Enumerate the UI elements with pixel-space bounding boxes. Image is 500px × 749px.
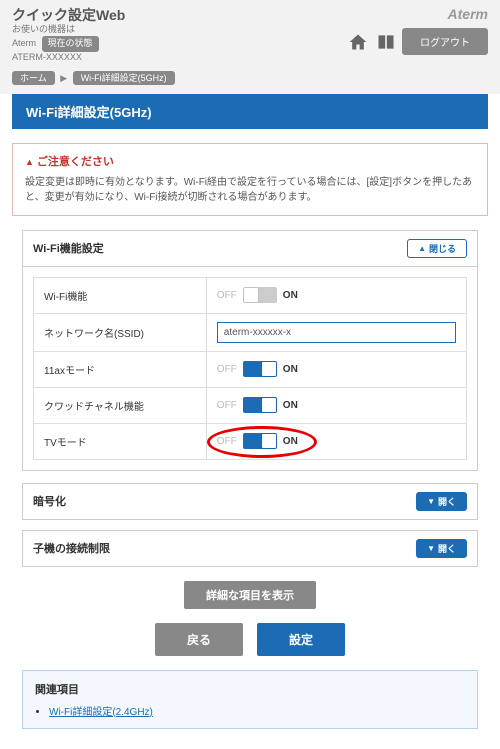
close-button[interactable]: 閉じる <box>407 239 467 258</box>
label-ax: 11axモード <box>34 352 207 387</box>
page-title: Wi-Fi詳細設定(5GHz) <box>12 94 488 129</box>
header-left: クイック設定Web お使いの機器は Aterm 現在の状態 ATERM-XXXX… <box>12 6 125 63</box>
label-tv: TVモード <box>34 424 207 459</box>
off-label: OFF <box>217 290 237 301</box>
restrict-title: 子機の接続制限 <box>33 540 110 556</box>
crumb-current: Wi-Fi詳細設定(5GHz) <box>73 71 175 85</box>
value-tv: OFF ON <box>207 424 466 459</box>
related-list: Wi-Fi詳細設定(2.4GHz) <box>35 703 465 718</box>
off-label: OFF <box>217 400 237 411</box>
related-title: 関連項目 <box>35 681 465 697</box>
encryption-section: 暗号化 開く <box>22 483 478 520</box>
action-row: 戻る 設定 <box>0 623 500 656</box>
highlight-circle <box>207 426 317 458</box>
wifi-section-head: Wi-Fi機能設定 閉じる <box>23 231 477 267</box>
chevron-down-icon <box>427 543 435 553</box>
notice-title: ご注意ください <box>25 154 475 171</box>
row-ax: 11axモード OFF ON <box>33 352 467 388</box>
value-ssid <box>207 314 466 351</box>
wifi-section-title: Wi-Fi機能設定 <box>33 240 104 256</box>
off-label: OFF <box>217 364 237 375</box>
value-ax: OFF ON <box>207 352 466 387</box>
detail-row: 詳細な項目を表示 <box>0 581 500 609</box>
home-icon[interactable] <box>346 32 370 52</box>
open-button-encryption[interactable]: 開く <box>416 492 467 511</box>
toggle-quad[interactable] <box>243 397 277 413</box>
on-label: ON <box>283 290 298 301</box>
chevron-down-icon <box>427 496 435 506</box>
toggle-wifi[interactable] <box>243 287 277 303</box>
set-button[interactable]: 設定 <box>257 623 345 656</box>
chevron-up-icon <box>418 243 426 253</box>
back-button[interactable]: 戻る <box>155 623 243 656</box>
crumb-sep: ▶ <box>60 73 67 83</box>
related-link[interactable]: Wi-Fi詳細設定(2.4GHz) <box>49 707 153 718</box>
device-model: ATERM-XXXXXX <box>12 52 125 64</box>
value-quad: OFF ON <box>207 388 466 423</box>
restrict-section: 子機の接続制限 開く <box>22 530 478 567</box>
detail-button[interactable]: 詳細な項目を表示 <box>184 581 316 609</box>
open-button-restrict[interactable]: 開く <box>416 539 467 558</box>
row-ssid: ネットワーク名(SSID) <box>33 314 467 352</box>
row-wifi: Wi-Fi機能 OFF ON <box>33 277 467 314</box>
label-wifi: Wi-Fi機能 <box>34 278 207 313</box>
wifi-rows: Wi-Fi機能 OFF ON ネットワーク名(SSID) 11axモード OFF… <box>23 267 477 470</box>
toggle-ax[interactable] <box>243 361 277 377</box>
device-prefix: Aterm <box>12 38 36 48</box>
crumb-home[interactable]: ホーム <box>12 71 55 85</box>
book-icon[interactable] <box>374 32 398 52</box>
related-box: 関連項目 Wi-Fi詳細設定(2.4GHz) <box>22 670 478 729</box>
related-item: Wi-Fi詳細設定(2.4GHz) <box>49 703 465 718</box>
value-wifi: OFF ON <box>207 278 466 313</box>
status-button[interactable]: 現在の状態 <box>42 36 99 52</box>
row-quad: クワッドチャネル機能 OFF ON <box>33 388 467 424</box>
ssid-input[interactable] <box>217 322 456 343</box>
row-tv: TVモード OFF ON <box>33 424 467 460</box>
wifi-section: Wi-Fi機能設定 閉じる Wi-Fi機能 OFF ON ネットワーク名(SSI… <box>22 230 478 471</box>
app-title: クイック設定Web <box>12 6 125 24</box>
on-label: ON <box>283 364 298 375</box>
device-line: Aterm 現在の状態 <box>12 36 125 52</box>
breadcrumb: ホーム ▶ Wi-Fi詳細設定(5GHz) <box>0 67 500 94</box>
device-label: お使いの機器は <box>12 24 125 36</box>
top-icons: ログアウト <box>346 28 488 55</box>
header-right: Aterm ログアウト <box>346 6 488 55</box>
notice-body: 設定変更は即時に有効となります。Wi-Fi経由で設定を行っている場合には、[設定… <box>25 175 475 205</box>
logout-button[interactable]: ログアウト <box>402 28 488 55</box>
notice-box: ご注意ください 設定変更は即時に有効となります。Wi-Fi経由で設定を行っている… <box>12 143 488 216</box>
brand-logo: Aterm <box>448 6 488 22</box>
label-ssid: ネットワーク名(SSID) <box>34 314 207 351</box>
encryption-title: 暗号化 <box>33 493 66 509</box>
on-label: ON <box>283 400 298 411</box>
label-quad: クワッドチャネル機能 <box>34 388 207 423</box>
header: クイック設定Web お使いの機器は Aterm 現在の状態 ATERM-XXXX… <box>0 0 500 67</box>
